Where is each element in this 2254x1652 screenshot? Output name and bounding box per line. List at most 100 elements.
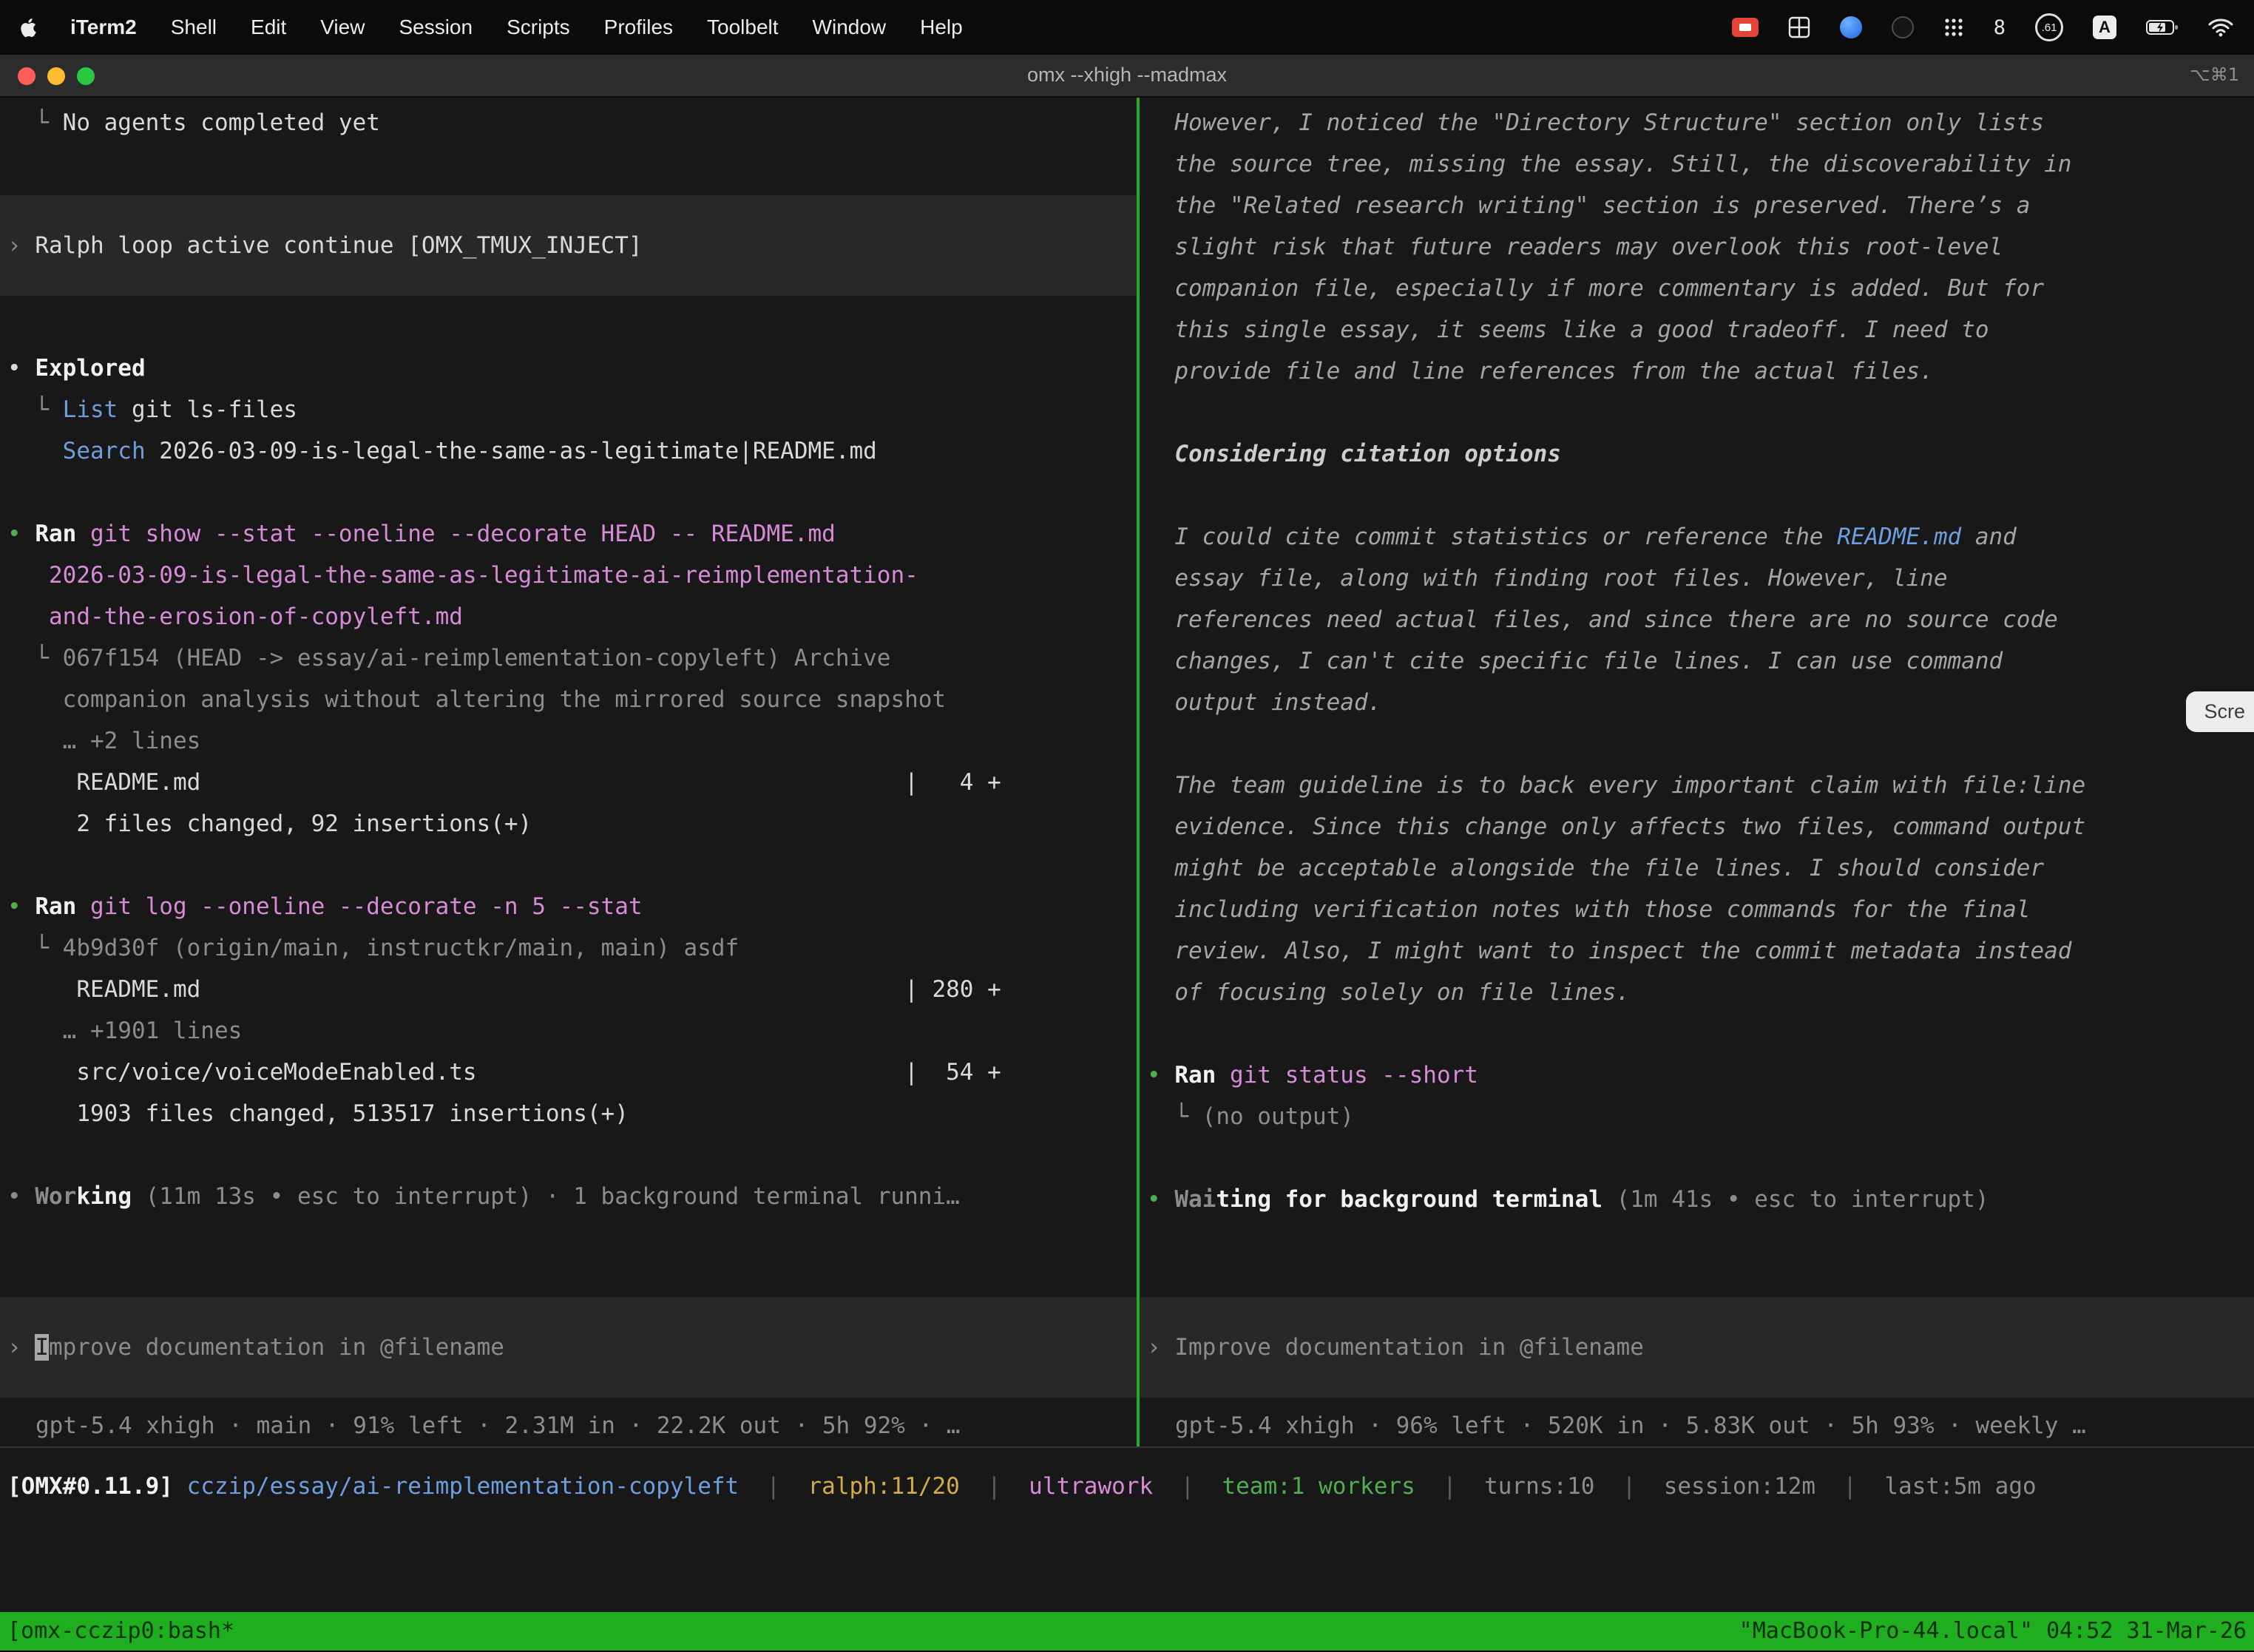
text-segment: README.md — [1837, 524, 1961, 550]
menu-item-shell[interactable]: Shell — [171, 16, 217, 39]
text-segment: ultrawork — [1029, 1473, 1153, 1500]
terminal-line: • Waiting for background terminal (1m 41… — [1147, 1179, 2254, 1220]
scrollback-right: However, I noticed the "Directory Struct… — [1147, 102, 2254, 1220]
inline-prompt-box[interactable]: › Ralph loop active continue [OMX_TMUX_I… — [0, 195, 1137, 296]
terminal-line: … +1901 lines — [7, 1010, 1137, 1052]
apple-logo-icon — [21, 18, 36, 37]
prompt-input-right[interactable]: › Improve documentation in @filename — [1140, 1297, 2254, 1398]
menu-item-profiles[interactable]: Profiles — [604, 16, 673, 39]
apps-grid-icon[interactable] — [1943, 17, 1964, 38]
terminal-line: • Ran git show --stat --oneline --decora… — [7, 513, 1137, 555]
text-segment: Considering citation options — [1147, 441, 1561, 467]
zoom-button[interactable] — [77, 67, 95, 85]
terminal-line: companion file, especially if more comme… — [1147, 268, 2254, 309]
wifi-icon[interactable] — [2208, 18, 2233, 37]
terminal-line: └ 067f154 (HEAD -> essay/ai-reimplementa… — [7, 637, 1137, 679]
terminal-line: changes, I can't cite specific file line… — [1147, 640, 2254, 682]
omx-status-bar: [OMX#0.11.9] cczip/essay/ai-reimplementa… — [0, 1446, 2254, 1507]
terminal-blank-line — [7, 844, 1137, 886]
text-segment: and-the-erosion-of-copyleft.md — [7, 603, 463, 630]
terminal-line: README.md | 280 + — [7, 969, 1137, 1010]
text-segment — [7, 438, 63, 464]
gauge-icon[interactable]: .61 — [2035, 13, 2063, 41]
text-segment: git log --oneline --decorate -n 5 --stat — [76, 893, 642, 920]
dark-app-icon[interactable] — [1892, 16, 1914, 38]
text-segment: companion analysis without altering the … — [7, 686, 946, 713]
prompt-input-left[interactable]: › Improve documentation in @filename — [0, 1297, 1137, 1398]
text-segment: Wor — [35, 1183, 76, 1210]
text-segment: └ 067f154 (HEAD -> essay/ai-reimplementa… — [7, 645, 890, 671]
screen-share-overlay-button[interactable]: Scre — [2186, 691, 2254, 732]
text-segment: Wai — [1174, 1186, 1216, 1213]
terminal-line: Search 2026-03-09-is-legal-the-same-as-l… — [7, 430, 1137, 472]
terminal-line: 1903 files changed, 513517 insertions(+) — [7, 1093, 1137, 1134]
tmux-session-label: [omx-cczip0:bash* — [7, 1611, 234, 1652]
menu-bar-left: iTerm2 Shell Edit View Session Scripts P… — [21, 16, 963, 39]
text-segment: turns:10 — [1484, 1473, 1594, 1500]
apple-menu[interactable] — [21, 18, 36, 37]
terminal-line: … +2 lines — [7, 720, 1137, 762]
battery-icon[interactable] — [2146, 19, 2179, 35]
terminal-blank-line — [7, 1134, 1137, 1176]
text-segment: ralph:11/20 — [808, 1473, 960, 1500]
menu-item-iterm2[interactable]: iTerm2 — [70, 16, 137, 39]
text-segment: └ — [7, 396, 63, 423]
terminal-line: and-the-erosion-of-copyleft.md — [7, 596, 1137, 637]
text-segment: evidence. Since this change only affects… — [1147, 813, 2085, 840]
eight-key-icon[interactable]: 8 — [1994, 16, 2006, 39]
terminal-blank-line — [7, 472, 1137, 513]
terminal-line: [OMX#0.11.9] cczip/essay/ai-reimplementa… — [7, 1466, 2254, 1507]
input-source-icon[interactable]: A — [2093, 16, 2116, 39]
text-segment: output instead. — [1147, 689, 1381, 716]
text-segment: git show --stat --oneline --decorate HEA… — [76, 521, 836, 547]
text-segment: slight risk that future readers may over… — [1147, 234, 2003, 260]
grid-icon[interactable] — [1788, 16, 1810, 38]
text-segment: (11m 13s • esc to interrupt) · 1 backgro… — [132, 1183, 960, 1210]
blue-app-icon[interactable] — [1840, 16, 1862, 38]
text-segment: | — [1594, 1473, 1663, 1500]
menu-item-help[interactable]: Help — [920, 16, 963, 39]
text-segment: I could cite commit statistics or refere… — [1147, 524, 1837, 550]
screen-recording-icon[interactable] — [1732, 18, 1759, 37]
window-controls — [18, 67, 95, 85]
close-button[interactable] — [18, 67, 35, 85]
terminal-line: including verification notes with those … — [1147, 889, 2254, 930]
terminal-blank-line — [1147, 723, 2254, 765]
text-segment: However, I noticed the "Directory Struct… — [1147, 109, 2044, 136]
menu-item-edit[interactable]: Edit — [251, 16, 286, 39]
text-segment: 2026-03-09-is-legal-the-same-as-legitima… — [146, 438, 877, 464]
menu-item-scripts[interactable]: Scripts — [507, 16, 570, 39]
text-segment: session:12m — [1664, 1473, 1815, 1500]
text-segment: src/voice/voiceModeEnabled.ts | 54 + — [7, 1059, 1001, 1086]
text-segment: | — [1815, 1473, 1884, 1500]
terminal-line: provide file and line references from th… — [1147, 351, 2254, 392]
text-segment: | — [960, 1473, 1029, 1500]
model-status-right: gpt-5.4 xhigh · 96% left · 520K in · 5.8… — [1147, 1398, 2254, 1446]
text-segment: └ — [7, 109, 63, 136]
text-segment: README.md | 280 + — [7, 976, 1001, 1003]
tmux-panes: └ No agents completed yet› Ralph loop ac… — [0, 98, 2254, 1446]
terminal-line: output instead. — [1147, 682, 2254, 723]
terminal-line: Considering citation options — [1147, 433, 2254, 475]
terminal-blank-line — [7, 306, 1137, 348]
text-segment: and — [1961, 524, 2017, 550]
menu-item-session[interactable]: Session — [399, 16, 473, 39]
terminal-line: the source tree, missing the essay. Stil… — [1147, 143, 2254, 185]
minimize-button[interactable] — [47, 67, 65, 85]
menu-item-window[interactable]: Window — [813, 16, 887, 39]
text-segment: this single essay, it seems like a good … — [1147, 316, 1989, 343]
terminal-line: The team guideline is to back every impo… — [1147, 765, 2254, 806]
text-segment: › — [7, 232, 35, 259]
scrollback-left: └ No agents completed yet› Ralph loop ac… — [7, 102, 1137, 1217]
menu-item-toolbelt[interactable]: Toolbelt — [707, 16, 779, 39]
terminal-line: the "Related research writing" section i… — [1147, 185, 2254, 226]
terminal-line: • Working (11m 13s • esc to interrupt) ·… — [7, 1176, 1137, 1217]
terminal-line: evidence. Since this change only affects… — [1147, 806, 2254, 847]
menu-bar-status-items: 8 .61 A — [1732, 13, 2233, 41]
terminal-line: README.md | 4 + — [7, 762, 1137, 803]
terminal-pane-left: └ No agents completed yet› Ralph loop ac… — [0, 98, 1137, 1446]
menu-item-view[interactable]: View — [320, 16, 365, 39]
text-segment: | — [1153, 1473, 1222, 1500]
text-segment: README.md | 4 + — [7, 769, 1001, 796]
terminal-line: └ List git ls-files — [7, 389, 1137, 430]
